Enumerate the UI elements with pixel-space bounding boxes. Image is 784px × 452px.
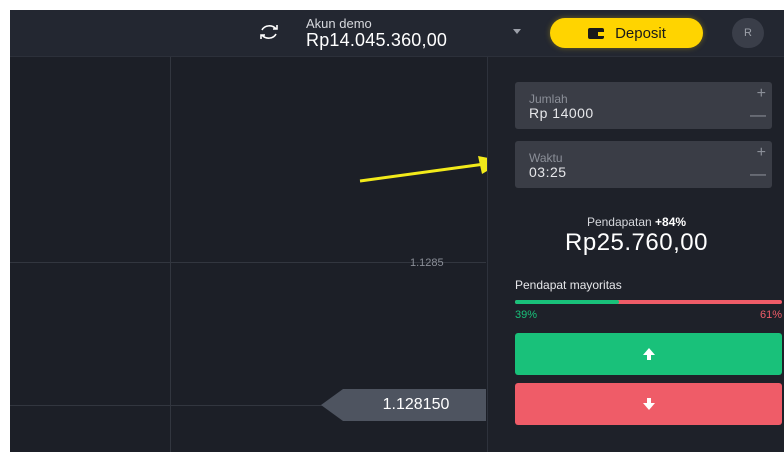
trading-app-window: Akun demo Rp14.045.360,00 Deposit R 1.12… (10, 10, 784, 452)
chevron-down-icon[interactable] (512, 28, 522, 36)
majority-up-percent: 39% (515, 309, 538, 321)
majority-opinion-label: Pendapat mayoritas (515, 278, 622, 292)
majority-down-percent: 61% (759, 309, 782, 321)
account-type-label[interactable]: Akun demo (306, 16, 372, 31)
up-button[interactable] (515, 333, 782, 375)
majority-bar-up-fill (515, 300, 620, 304)
current-price-tag: 1.128150 (321, 389, 486, 421)
time-decrease-button[interactable]: — (750, 167, 766, 183)
annotation-arrow (359, 156, 504, 183)
account-balance[interactable]: Rp14.045.360,00 (306, 30, 447, 51)
down-button[interactable] (515, 383, 782, 425)
price-level-label: 1.1285 (410, 257, 444, 269)
income-percent: +84% (655, 215, 687, 229)
sync-icon[interactable] (257, 20, 281, 44)
top-bar: Akun demo Rp14.045.360,00 Deposit R (10, 10, 784, 57)
grid-line (170, 57, 171, 452)
time-increase-button[interactable]: + (757, 145, 766, 161)
amount-decrease-button[interactable]: — (750, 108, 766, 124)
income-value: Rp25.760,00 (565, 229, 708, 256)
income-label-text: Pendapatan (586, 215, 652, 229)
time-field[interactable]: Waktu 03:25 + — (515, 141, 772, 188)
amount-label: Jumlah (529, 92, 568, 106)
price-chart[interactable]: 1.1285 1.128150 (10, 57, 504, 452)
avatar[interactable]: R (732, 18, 764, 48)
time-value[interactable]: 03:25 (529, 164, 567, 180)
trade-panel: Jumlah Rp 14000 + — Waktu 03:25 + — Pend… (487, 57, 784, 452)
income-label: Pendapatan +84% (488, 215, 784, 229)
amount-increase-button[interactable]: + (757, 86, 766, 102)
majority-bar (515, 300, 782, 304)
wallet-icon (588, 28, 605, 39)
time-label: Waktu (529, 151, 563, 165)
amount-value[interactable]: Rp 14000 (529, 105, 594, 121)
arrow-down-icon (642, 398, 655, 410)
amount-field[interactable]: Jumlah Rp 14000 + — (515, 82, 772, 129)
current-price: 1.128150 (382, 396, 450, 413)
arrow-up-icon (642, 348, 655, 360)
deposit-button[interactable]: Deposit (550, 18, 703, 48)
deposit-label: Deposit (615, 24, 666, 42)
